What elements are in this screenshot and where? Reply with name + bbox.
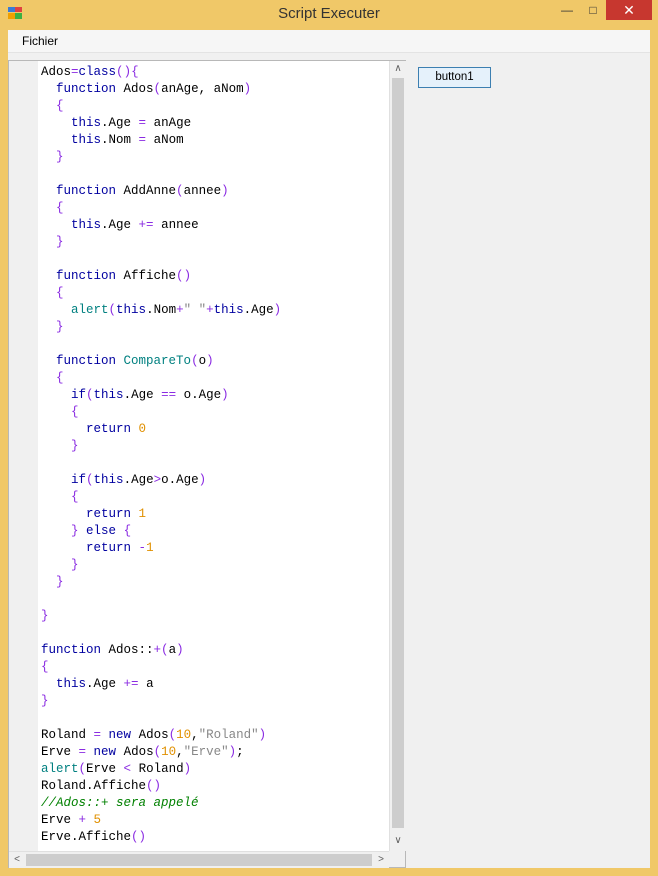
code-line: this.Age += a — [56, 677, 154, 691]
scrollbar-corner — [389, 851, 405, 867]
code-line: if(this.Age == o.Age) — [71, 388, 229, 402]
code-editor[interactable]: Ados=class(){ function Ados(anAge, aNom)… — [8, 60, 406, 868]
code-line: { — [71, 405, 79, 419]
code-line: { — [71, 490, 79, 504]
minimize-button[interactable]: — — [554, 0, 580, 20]
code-line: this.Nom = aNom — [71, 133, 184, 147]
code-line: Erve + 5 — [41, 813, 102, 827]
title-bar[interactable]: Script Executer — □ ✕ — [0, 0, 658, 28]
client-area: Fichier Ados=class(){ function Ados(anAg… — [8, 30, 650, 868]
code-line: alert(this.Nom+" "+this.Age) — [71, 303, 282, 317]
app-window: Script Executer — □ ✕ Fichier Ados=class… — [0, 0, 658, 876]
code-line: this.Age = anAge — [71, 116, 192, 130]
scroll-right-icon[interactable]: > — [373, 852, 389, 868]
code-line: function Affiche() — [56, 269, 192, 283]
button1[interactable]: button1 — [418, 67, 491, 88]
maximize-button[interactable]: □ — [580, 0, 606, 20]
code-line: function AddAnne(annee) — [56, 184, 229, 198]
code-line: Erve = new Ados(10,"Erve"); — [41, 745, 244, 759]
code-line: alert(Erve < Roland) — [41, 762, 192, 776]
editor-gutter — [9, 61, 38, 851]
scroll-left-icon[interactable]: < — [9, 852, 25, 868]
code-line: this.Age += annee — [71, 218, 199, 232]
close-button[interactable]: ✕ — [606, 0, 652, 20]
code-line: { — [41, 660, 49, 674]
code-line: } — [56, 235, 64, 249]
code-line: } — [71, 439, 79, 453]
code-line: Roland.Affiche() — [41, 779, 162, 793]
code-line: function Ados::+(a) — [41, 643, 184, 657]
code-line: Roland = new Ados(10,"Roland") — [41, 728, 267, 742]
code-line: { — [56, 286, 64, 300]
code-line: } — [41, 609, 49, 623]
menu-bar: Fichier — [8, 30, 650, 53]
menu-file[interactable]: Fichier — [14, 33, 66, 49]
horizontal-scrollbar[interactable]: < > — [9, 851, 389, 868]
code-line: } — [56, 575, 64, 589]
code-line: } — [56, 320, 64, 334]
code-line: } — [41, 694, 49, 708]
code-line: Ados=class(){ — [41, 65, 139, 79]
code-line: return 1 — [86, 507, 147, 521]
code-area[interactable]: Ados=class(){ function Ados(anAge, aNom)… — [41, 64, 389, 850]
vertical-scroll-thumb[interactable] — [392, 78, 404, 828]
code-line: if(this.Age>o.Age) — [71, 473, 207, 487]
code-line: return -1 — [86, 541, 154, 555]
vertical-scrollbar[interactable]: ∧ ∨ — [389, 61, 406, 851]
code-line: function CompareTo(o) — [56, 354, 214, 368]
code-line: { — [56, 99, 64, 113]
code-line: } else { — [71, 524, 132, 538]
scroll-down-icon[interactable]: ∨ — [390, 833, 406, 849]
scroll-up-icon[interactable]: ∧ — [390, 61, 406, 77]
horizontal-scroll-thumb[interactable] — [26, 854, 372, 866]
code-line: Erve.Affiche() — [41, 830, 147, 844]
code-line: } — [71, 558, 79, 572]
code-line: return 0 — [86, 422, 147, 436]
code-line: } — [56, 150, 64, 164]
code-line: //Ados::+ sera appelé — [41, 796, 199, 810]
code-line: { — [56, 201, 64, 215]
code-line: function Ados(anAge, aNom) — [56, 82, 252, 96]
code-line: { — [56, 371, 64, 385]
